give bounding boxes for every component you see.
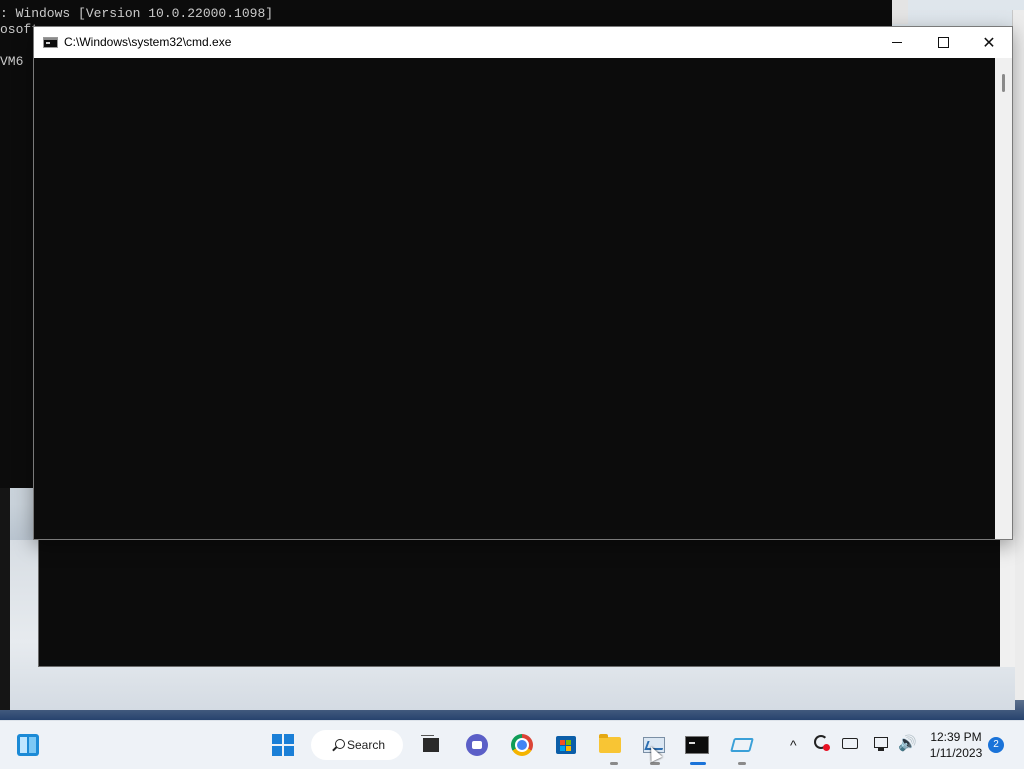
vertical-scrollbar[interactable] [995, 58, 1012, 539]
show-hidden-icons-button[interactable]: ^ [790, 737, 797, 753]
close-icon: ✕ [982, 32, 996, 52]
microsoft-store-icon [556, 736, 576, 754]
search-label: Search [347, 738, 386, 752]
command-prompt-button[interactable] [681, 729, 713, 761]
clock[interactable]: 12:39 PM 1/11/2023 [924, 729, 988, 761]
search-icon [335, 739, 345, 749]
active-indicator [690, 762, 706, 765]
command-prompt-icon [43, 37, 58, 48]
network-icon[interactable] [874, 735, 892, 753]
command-prompt-icon [685, 736, 709, 754]
minimize-button[interactable] [874, 27, 920, 58]
close-button[interactable]: ✕ [966, 27, 1012, 58]
console-line: : Windows [Version 10.0.22000.1098] [0, 6, 274, 21]
app-icon [730, 738, 754, 752]
console-line: VM6 [0, 54, 24, 69]
maximize-button[interactable] [920, 27, 966, 58]
teams-chat-icon [466, 734, 488, 756]
widgets-icon [17, 734, 39, 756]
file-explorer-icon [599, 734, 621, 753]
teams-chat-button[interactable] [461, 729, 493, 761]
scrollbar-thumb[interactable] [1002, 74, 1005, 92]
minimize-icon [892, 42, 902, 43]
app-button[interactable] [726, 729, 758, 761]
lower-console-scrollbar[interactable] [1000, 536, 1015, 667]
sync-status-icon[interactable] [814, 735, 832, 753]
task-view-icon [421, 735, 439, 752]
running-indicator [610, 762, 618, 765]
lower-console-window[interactable] [38, 536, 1002, 667]
taskbar: Search ^ 🔊 12:39 PM 1/11/2023 2 [0, 720, 1024, 769]
file-explorer-button[interactable] [594, 729, 626, 761]
chrome-button[interactable] [506, 729, 538, 761]
start-button[interactable] [267, 729, 299, 761]
volume-icon[interactable]: 🔊 [898, 734, 917, 752]
title-bar[interactable]: C:\Windows\system32\cmd.exe ✕ [34, 27, 1012, 58]
start-icon [272, 734, 294, 756]
console-output[interactable] [34, 58, 995, 539]
running-indicator [650, 762, 660, 765]
search-button[interactable]: Search [311, 730, 403, 760]
microsoft-store-button[interactable] [550, 729, 582, 761]
background-window-edge [892, 0, 908, 24]
clock-date: 1/11/2023 [929, 746, 983, 760]
keyboard-icon[interactable] [842, 735, 860, 753]
background-window-edge [0, 488, 10, 710]
clock-time: 12:39 PM [930, 730, 982, 744]
running-indicator [738, 762, 746, 765]
maximize-icon [937, 37, 949, 48]
window-title: C:\Windows\system32\cmd.exe [64, 35, 232, 49]
notification-badge[interactable]: 2 [988, 737, 1004, 753]
cmd-window[interactable]: C:\Windows\system32\cmd.exe ✕ [33, 26, 1013, 540]
chrome-icon [511, 734, 533, 756]
widgets-button[interactable] [12, 729, 44, 761]
task-view-button[interactable] [415, 729, 447, 761]
